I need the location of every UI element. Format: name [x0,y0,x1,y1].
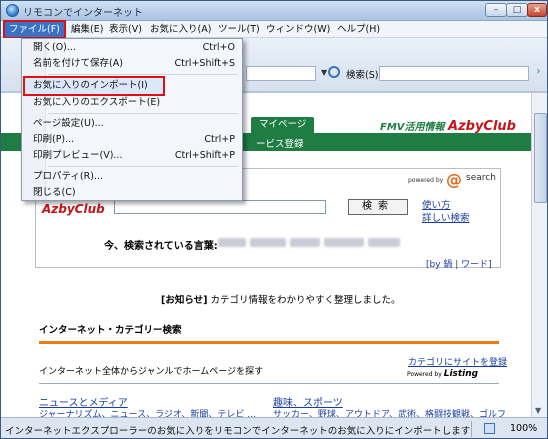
menu-item-label: 名前を付けて保存(A) [33,58,123,69]
notice-prefix: [お知らせ] [161,295,208,306]
help-link[interactable]: 使い方 [422,197,451,211]
scrollbar-thumb[interactable] [534,113,547,203]
notice: [お知らせ] カテゴリ情報をわかりやすく整理しました。 [161,292,401,306]
menu-item-open[interactable]: 開く(O)... Ctrl+O [33,40,241,56]
menu-item-label: お気に入りのエクスポート(E) [33,97,161,108]
menu-file[interactable]: ファイル(F) [3,20,66,39]
app-globe-icon [6,4,19,17]
menu-item-save-as[interactable]: 名前を付けて保存(A) Ctrl+Shift+S [33,56,241,72]
menu-separator [48,166,238,167]
scroll-down-icon[interactable]: ▼ [535,406,541,415]
menu-item-label: ページ設定(U)... [33,118,104,129]
window-title: リモコンでインターネット [23,8,143,19]
site-brand: FMV活用情報 AzbyClub [380,118,516,134]
notice-text: カテゴリ情報をわかりやすく整理しました。 [207,295,401,306]
powered-by-text: Powered by [407,371,442,378]
zoom-level[interactable]: 100% [510,423,537,434]
chevron-down-icon[interactable]: ▼ [321,68,327,77]
search-brand: search [466,173,496,183]
search-icon [328,66,340,78]
menu-window[interactable]: ウィンドウ(W) [262,22,334,37]
menu-item-shortcut: Ctrl+O [202,42,235,53]
category-register-link[interactable]: カテゴリにサイトを登録 [408,355,507,368]
menu-item-properties[interactable]: プロパティ(R)... [33,169,241,185]
brand-prefix: FMV活用情報 [380,122,445,133]
menu-item-label: お気に入りのインポート(I) [33,80,148,91]
menu-item-label: 閉じる(C) [33,187,76,198]
site-search-button[interactable]: 検索 [348,199,408,215]
menu-item-label: 開く(O)... [33,42,76,53]
category-powered-by: Powered by Listing [407,369,478,379]
chevron-right-icon[interactable]: › [532,66,545,81]
menu-item-print-preview[interactable]: 印刷プレビュー(V)... Ctrl+Shift+P [33,148,241,164]
menu-favorites[interactable]: お気に入り(A) [146,22,215,37]
divider [39,383,499,384]
menu-item-print[interactable]: 印刷(P)... Ctrl+P [33,132,241,148]
divider [39,341,499,344]
site-search-input[interactable] [114,200,326,214]
at-search-logo-icon: @ [446,170,462,189]
listing-logo: Listing [443,369,479,379]
status-bar: インターネットエクスプローラーのお気に入りをリモコンでインターネットのお気に入り… [1,417,547,438]
menu-separator [48,74,238,75]
close-button[interactable]: x [527,3,547,17]
menu-item-close[interactable]: 閉じる(C) [33,185,241,201]
menu-view[interactable]: 表示(V) [105,22,146,37]
menu-item-page-setup[interactable]: ページ設定(U)... [33,116,241,132]
menu-item-label: プロパティ(R)... [33,171,104,182]
menu-item-shortcut: Ctrl+P [204,134,235,145]
menu-item-import-favorites[interactable]: お気に入りのインポート(I) [23,76,165,96]
menu-help[interactable]: ヘルプ(H) [333,22,384,37]
by-words-link[interactable]: [by 鍋 | ワード] [426,257,492,270]
menu-item-export-favorites[interactable]: お気に入りのエクスポート(E) [33,95,241,111]
file-menu-dropdown: 開く(O)... Ctrl+O 名前を付けて保存(A) Ctrl+Shift+S… [21,38,243,201]
category-hobby-sub[interactable]: サッカー、野球、アウトドア、武術、格闘技観戦、ゴルフ [273,407,506,417]
menu-item-label: 印刷(P)... [33,134,75,145]
title-bar: リモコンでインターネット – □ x [1,1,547,21]
menu-item-shortcut: Ctrl+Shift+S [174,58,235,69]
menu-tools[interactable]: ツール(T) [214,22,264,37]
minimize-button[interactable]: – [485,3,507,17]
vertical-scrollbar[interactable]: ▼ [531,93,547,417]
current-words-label: 今、検索されている言葉: [104,241,218,252]
zoom-icon[interactable] [484,423,495,434]
tab-mypage[interactable]: マイページ [251,117,315,133]
advanced-search-link[interactable]: 詳しい検索 [422,210,470,224]
status-text: インターネットエクスプローラーのお気に入りをリモコンでインターネットのお気に入り… [5,426,471,437]
category-description: インターネット全体からジャンルでホームページを探す [39,367,264,377]
category-title: インターネット・カテゴリー検索 [39,325,182,336]
service-registration-link[interactable]: ービス登録 [256,136,304,150]
brand-name: AzbyClub [448,119,516,134]
search-label: 検索(S) [346,70,379,81]
maximize-button[interactable]: □ [506,3,528,17]
menu-item-shortcut: Ctrl+Shift+P [174,150,235,161]
category-news-sub[interactable]: ジャーナリズム、ニュース、ラジオ、新聞、テレビ … [39,407,256,417]
powered-by-label: powered by [408,177,444,184]
blurred-search-words [218,235,418,251]
menu-item-label: 印刷プレビュー(V)... [33,150,123,161]
app-window: リモコンでインターネット – □ x ファイル(F) 編集(E) 表示(V) お… [0,0,548,439]
azbyclub-logo: AzbyClub [42,202,105,216]
menu-separator [48,113,238,114]
status-separator [471,421,472,437]
menu-edit[interactable]: 編集(E) [67,22,107,37]
address-field[interactable] [246,66,316,81]
search-input[interactable] [379,66,529,81]
menu-bar: ファイル(F) 編集(E) 表示(V) お気に入り(A) ツール(T) ウィンド… [1,20,547,39]
